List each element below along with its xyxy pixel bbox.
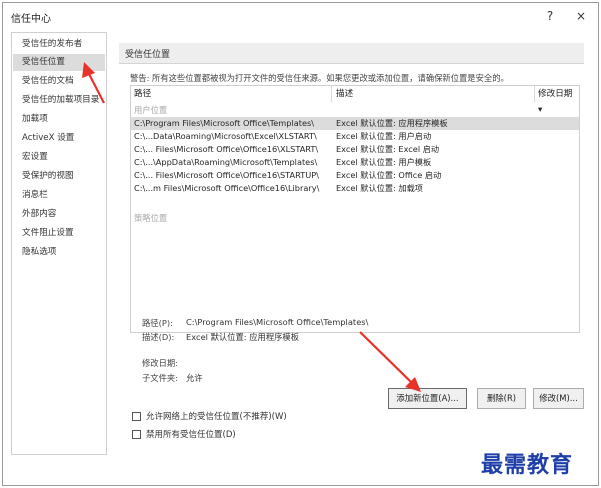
nav-item-file-block-settings[interactable]: 文件阻止设置 [13, 225, 105, 242]
column-header-path[interactable]: 路径 [131, 86, 331, 102]
nav-item-macro-settings[interactable]: 宏设置 [13, 149, 105, 166]
modified-date-label: 修改日期: [142, 358, 178, 368]
nav-item-message-bar[interactable]: 消息栏 [13, 187, 105, 204]
row-description: Excel 默认位置: 应用程序模板 [336, 118, 448, 128]
nav-item-protected-view[interactable]: 受保护的视图 [13, 168, 105, 185]
path-value: C:\Program Files\Microsoft Office\Templa… [186, 317, 369, 327]
section-header: 受信任位置 [119, 43, 584, 64]
nav-item-external-content[interactable]: 外部内容 [13, 206, 105, 223]
table-row[interactable]: C:\... Files\Microsoft Office\Office16\X… [131, 143, 579, 156]
row-path: C:\...Data\Roaming\Microsoft\Excel\XLSTA… [134, 131, 317, 141]
allow-network-checkbox[interactable] [132, 412, 141, 421]
nav-item-activex-settings[interactable]: ActiveX 设置 [13, 130, 105, 147]
table-row[interactable]: C:\...\AppData\Roaming\Microsoft\Templat… [131, 156, 579, 169]
disable-all-checkbox[interactable] [132, 430, 141, 439]
group-label-user-locations: 用户位置 [134, 105, 168, 115]
nav-item-addins[interactable]: 加载项 [13, 111, 105, 128]
watermark-text: 最需教育 [481, 452, 574, 478]
row-description: Excel 默认位置: Office 启动 [336, 170, 442, 180]
window-title: 信任中心 [11, 14, 51, 25]
row-path: C:\... Files\Microsoft Office\Office16\S… [134, 170, 319, 180]
row-path: C:\Program Files\Microsoft Office\Templa… [134, 118, 315, 128]
group-label-policy-locations: 策略位置 [134, 213, 168, 223]
help-button[interactable]: ? [539, 7, 561, 25]
subfolders-value: 允许 [186, 373, 203, 383]
row-path: C:\...\AppData\Roaming\Microsoft\Templat… [134, 157, 318, 167]
title-bar: 信任中心 ? × [3, 3, 598, 29]
row-description: Excel 默认位置: 用户启动 [336, 131, 432, 141]
row-description: Excel 默认位置: 用户模板 [336, 157, 432, 167]
nav-item-trusted-publishers[interactable]: 受信任的发布者 [13, 36, 105, 53]
table-row[interactable]: C:\...Data\Roaming\Microsoft\Excel\XLSTA… [131, 130, 579, 143]
subfolders-label: 子文件夹: [142, 373, 178, 383]
path-label: 路径(P): [142, 318, 173, 328]
category-nav: 受信任的发布者 受信任位置 受信任的文档 受信任的加载项目录 加载项 Activ… [11, 32, 107, 455]
nav-item-trusted-addin-catalogs[interactable]: 受信任的加载项目录 [13, 92, 105, 109]
close-button[interactable]: × [570, 7, 592, 25]
column-divider[interactable] [331, 86, 332, 102]
table-row[interactable]: C:\...m Files\Microsoft Office\Office16\… [131, 182, 579, 195]
locations-table: 路径 描述 修改日期 ▾ 用户位置 C:\Program Files\Micro… [130, 85, 580, 333]
modify-button[interactable]: 修改(M)... [533, 388, 584, 409]
warning-text: 警告: 所有这些位置都被视为打开文件的受信任来源。如果您更改或添加位置，请确保新… [130, 73, 509, 83]
disable-all-label: 禁用所有受信任位置(D) [146, 430, 236, 440]
trusted-locations-panel: 受信任位置 警告: 所有这些位置都被视为打开文件的受信任来源。如果您更改或添加位… [115, 32, 591, 455]
row-path: C:\...m Files\Microsoft Office\Office16\… [134, 183, 320, 193]
trust-center-dialog: 信任中心 ? × 受信任的发布者 受信任位置 受信任的文档 受信任的加载项目录 … [2, 2, 599, 486]
table-row[interactable]: C:\Program Files\Microsoft Office\Templa… [131, 117, 579, 130]
column-header-description[interactable]: 描述 [333, 86, 533, 102]
allow-network-locations-option[interactable]: 允许网络上的受信任位置(不推荐)(W) [132, 411, 287, 425]
description-label: 描述(D): [142, 332, 175, 342]
section-title: 受信任位置 [125, 50, 171, 60]
description-value: Excel 默认位置: 应用程序模板 [186, 332, 300, 342]
nav-item-trusted-locations[interactable]: 受信任位置 [13, 54, 105, 71]
table-row[interactable]: C:\... Files\Microsoft Office\Office16\S… [131, 169, 579, 182]
row-path: C:\... Files\Microsoft Office\Office16\X… [134, 144, 319, 154]
remove-button[interactable]: 删除(R) [477, 388, 526, 409]
disable-all-locations-option[interactable]: 禁用所有受信任位置(D) [132, 429, 236, 443]
column-header-modified[interactable]: 修改日期 ▾ [535, 86, 579, 115]
add-new-location-button[interactable]: 添加新位置(A)... [388, 388, 467, 409]
nav-item-trusted-documents[interactable]: 受信任的文档 [13, 73, 105, 90]
row-description: Excel 默认位置: Excel 启动 [336, 144, 440, 154]
nav-item-privacy-options[interactable]: 隐私选项 [13, 244, 105, 261]
row-description: Excel 默认位置: 加载项 [336, 183, 423, 193]
allow-network-label: 允许网络上的受信任位置(不推荐)(W) [146, 412, 287, 422]
